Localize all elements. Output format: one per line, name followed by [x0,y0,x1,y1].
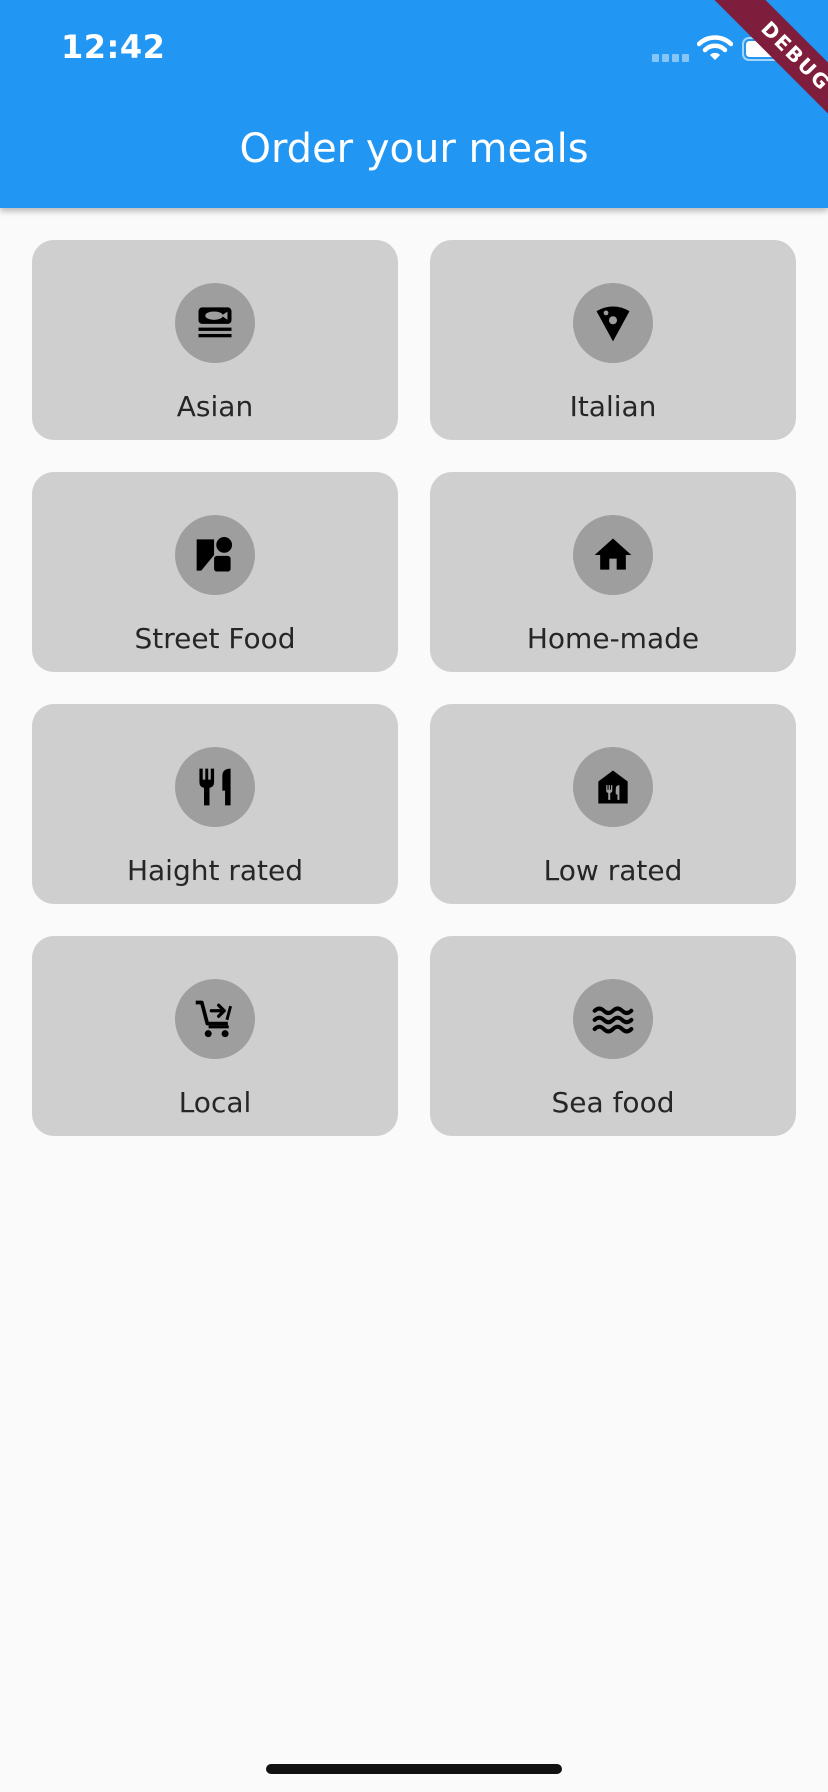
category-label: Home-made [526,622,700,655]
category-avatar [573,283,653,363]
category-label: Street Food [134,622,296,655]
screen: 12:42 Order your meals DEBUG Asian Itali… [0,0,828,1792]
category-label: Low rated [543,854,683,887]
category-avatar [573,515,653,595]
fork-knife-icon [199,768,231,806]
category-avatar [573,979,653,1059]
cellular-signal-icon [652,54,689,62]
category-avatar [175,283,255,363]
category-avatar [573,747,653,827]
app-bar: 12:42 Order your meals [0,0,828,208]
category-label: Sea food [551,1086,675,1119]
pizza-slice-icon [596,306,630,342]
category-avatar [175,515,255,595]
category-grid: Asian Italian Street Food Home-made Haig… [32,240,796,1136]
category-card-sea-food[interactable]: Sea food [430,936,796,1136]
restaurant-building-icon [598,770,628,804]
category-card-asian[interactable]: Asian [32,240,398,440]
add-to-cart-icon [195,1000,233,1038]
category-card-haight-rated[interactable]: Haight rated [32,704,398,904]
wifi-icon [697,35,733,60]
category-shapes-icon [196,537,233,572]
category-card-italian[interactable]: Italian [430,240,796,440]
waves-icon [592,1006,634,1034]
set-meal-icon [198,307,232,338]
category-label: Asian [176,390,254,423]
status-time: 12:42 [61,28,166,66]
category-label: Italian [569,390,657,423]
house-icon [594,538,632,570]
category-avatar [175,979,255,1059]
home-indicator[interactable] [266,1764,562,1774]
category-label: Haight rated [126,854,304,887]
category-card-street-food[interactable]: Street Food [32,472,398,672]
category-avatar [175,747,255,827]
category-card-local[interactable]: Local [32,936,398,1136]
category-label: Local [178,1086,252,1119]
category-card-low-rated[interactable]: Low rated [430,704,796,904]
category-card-home-made[interactable]: Home-made [430,472,796,672]
page-title: Order your meals [239,126,589,172]
